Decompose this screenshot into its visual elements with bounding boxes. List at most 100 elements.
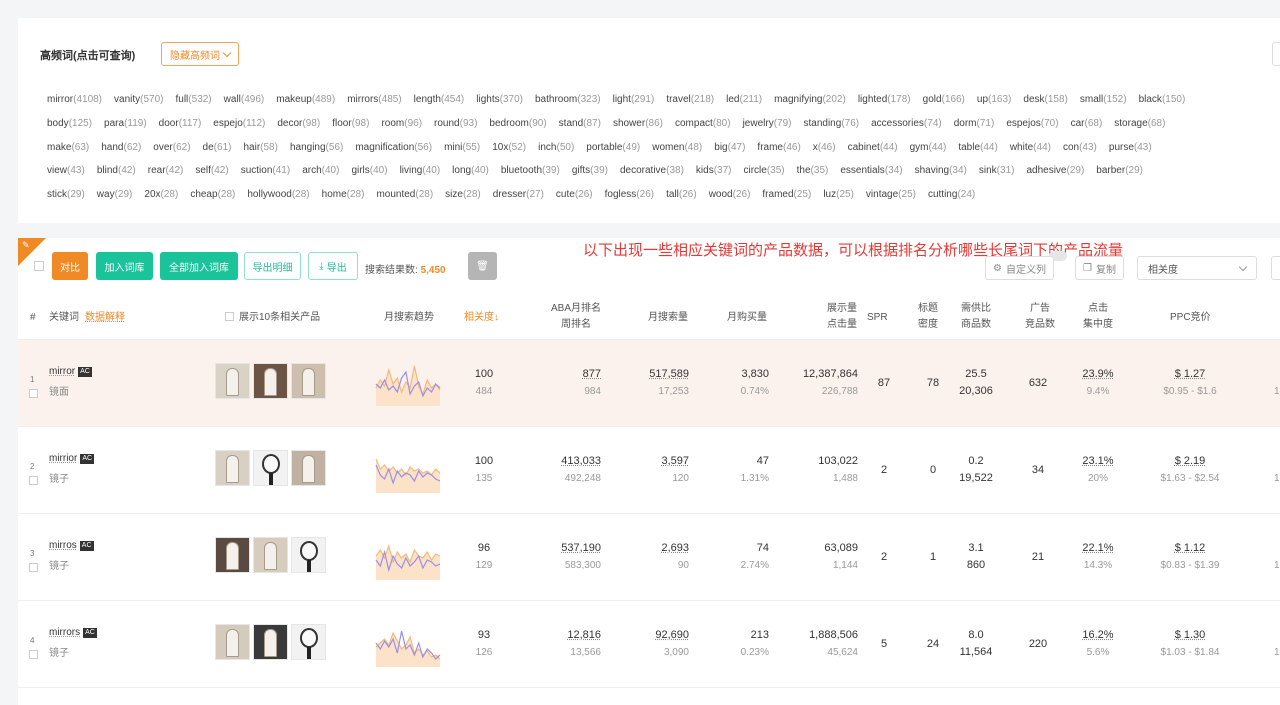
keyword-chip[interactable]: way(29) [97,189,133,200]
keyword-chip[interactable]: girls(40) [351,165,387,176]
keyword-chip[interactable]: vintage(25) [866,189,916,200]
keyword-link[interactable]: mirros AC [49,540,94,551]
keyword-chip[interactable]: portable(49) [586,142,640,153]
keyword-chip[interactable]: 10x(52) [492,142,526,153]
keyword-chip[interactable]: adhesive(29) [1026,165,1084,176]
product-thumbnail[interactable] [253,624,288,660]
keyword-chip[interactable]: kids(37) [696,165,732,176]
keyword-chip[interactable]: espejo(112) [213,118,265,129]
col-monthly-purchase[interactable]: 月购买量 [727,310,767,326]
keyword-chip[interactable]: over(62) [153,142,190,153]
ppc-bid[interactable]: $ 1.12 [1148,540,1232,557]
col-click-concentration[interactable]: 点击 集中度 [1080,301,1116,333]
keyword-chip[interactable]: travel(218) [666,94,714,105]
custom-columns-button[interactable]: ⚙ 自定义列 [985,256,1054,280]
keyword-chip[interactable]: decor(98) [277,118,320,129]
keyword-chip[interactable]: arch(40) [302,165,339,176]
keyword-chip[interactable]: up(163) [977,94,1011,105]
table-row[interactable]: 3 mirros AC 镜子 96 129 537,190 583,300 2,693 90 74 2… [18,514,1280,601]
ppc-bid[interactable]: $ 2.19 [1148,453,1232,470]
keyword-chip[interactable]: shower(86) [613,118,663,129]
keyword-chip[interactable]: framed(25) [762,189,811,200]
keyword-chip[interactable]: vanity(570) [114,94,163,105]
keyword-chip[interactable]: suction(41) [241,165,290,176]
keyword-chip[interactable]: essentials(34) [840,165,902,176]
product-thumbnail[interactable] [291,450,326,486]
product-thumbnail[interactable] [215,450,250,486]
keyword-chip[interactable]: wall(496) [224,94,265,105]
product-thumbnail[interactable] [291,624,326,660]
keyword-chip[interactable]: table(44) [958,142,997,153]
keyword-chip[interactable]: white(44) [1010,142,1051,153]
delete-button[interactable]: 🗑 [468,252,497,280]
col-impressions[interactable]: 展示量 点击量 [818,301,866,333]
keyword-chip[interactable]: shaving(34) [915,165,967,176]
col-ad-competitors[interactable]: 广告 竞品数 [1022,301,1058,333]
col-spr[interactable]: SPR [867,310,888,326]
show-products-checkbox[interactable] [225,312,234,321]
monthly-search-volume[interactable]: 92,690 [628,627,689,644]
keyword-chip[interactable]: car(68) [1071,118,1103,129]
keyword-chip[interactable]: hand(62) [101,142,141,153]
keyword-chip[interactable]: sink(31) [979,165,1015,176]
aba-monthly-rank[interactable]: 12,816 [538,627,601,644]
keyword-chip[interactable]: gifts(39) [572,165,608,176]
col-monthly-search[interactable]: 月搜索量 [648,310,688,326]
keyword-chip[interactable]: cutting(24) [928,189,975,200]
row-checkbox[interactable] [29,389,38,398]
keyword-chip[interactable]: mounted(28) [376,189,433,200]
row-checkbox[interactable] [29,650,38,659]
keyword-chip[interactable]: con(43) [1063,142,1097,153]
keyword-chip[interactable]: cabinet(44) [848,142,898,153]
keyword-chip[interactable]: x(46) [813,142,836,153]
keyword-chip[interactable]: rear(42) [148,165,184,176]
keyword-chip[interactable]: para(119) [104,118,147,129]
product-thumbnail[interactable] [215,537,250,573]
keyword-chip[interactable]: magnifying(202) [774,94,846,105]
keyword-chip[interactable]: de(61) [203,142,232,153]
keyword-chip[interactable]: lights(370) [476,94,523,105]
product-thumbnail[interactable] [215,624,250,660]
col-relevance[interactable]: 相关度↓ [464,310,499,326]
copy-button[interactable]: ❐ 复制 [1075,256,1124,280]
keyword-chip[interactable]: round(93) [434,118,477,129]
monthly-search-trend-chart[interactable] [375,619,441,669]
keyword-chip[interactable]: storage(68) [1114,118,1165,129]
keyword-chip[interactable]: espejos(70) [1006,118,1058,129]
keyword-chip[interactable]: light(291) [613,94,655,105]
row-checkbox[interactable] [29,563,38,572]
aba-monthly-rank[interactable]: 413,033 [538,453,601,470]
col-show-products[interactable]: 展示10条相关产品 [225,310,320,326]
col-title-density[interactable]: 标题 密度 [916,301,940,333]
hide-keywords-button[interactable]: 隐藏高频词 [161,42,239,66]
keyword-chip[interactable]: 20x(28) [144,189,178,200]
product-thumbnail[interactable] [253,363,288,399]
keyword-chip[interactable]: self(42) [195,165,228,176]
product-thumbnail[interactable] [215,363,250,399]
keyword-chip[interactable]: lighted(178) [858,94,911,105]
keyword-chip[interactable]: size(28) [445,189,481,200]
col-ppc[interactable]: PPC竞价 [1170,310,1211,326]
col-supply-ratio[interactable]: 需供比 商品数 [958,301,994,333]
click-concentration[interactable]: 16.2% [1076,627,1120,644]
add-all-to-library-button[interactable]: 全部加入词库 [160,252,238,280]
add-to-library-button[interactable]: 加入词库 [96,252,153,280]
monthly-search-volume[interactable]: 2,693 [628,540,689,557]
keyword-chip[interactable]: inch(50) [538,142,574,153]
keyword-chip[interactable]: fogless(26) [605,189,654,200]
keyword-chip[interactable]: hollywood(28) [247,189,309,200]
click-concentration[interactable]: 23.1% [1076,453,1120,470]
keyword-chip[interactable]: floor(98) [332,118,369,129]
keyword-chip[interactable]: tall(26) [666,189,697,200]
keyword-chip[interactable]: led(211) [726,94,762,105]
data-explain-link[interactable]: 数据解释 [85,312,125,323]
keyword-chip[interactable]: circle(35) [744,165,785,176]
table-row[interactable]: 1 mirror AC 镜面 100 484 877 984 517,589 17,253 3,83… [18,340,1280,427]
keyword-chip[interactable]: blind(42) [97,165,136,176]
ppc-bid[interactable]: $ 1.30 [1148,627,1232,644]
table-row[interactable]: 2 mirrior AC 镜子 100 135 413,033 492,248 3,597 120… [18,427,1280,514]
keyword-chip[interactable]: dresser(27) [493,189,544,200]
row-checkbox[interactable] [29,476,38,485]
keyword-chip[interactable]: small(152) [1080,94,1127,105]
sort-select[interactable]: 相关度 [1137,256,1257,280]
